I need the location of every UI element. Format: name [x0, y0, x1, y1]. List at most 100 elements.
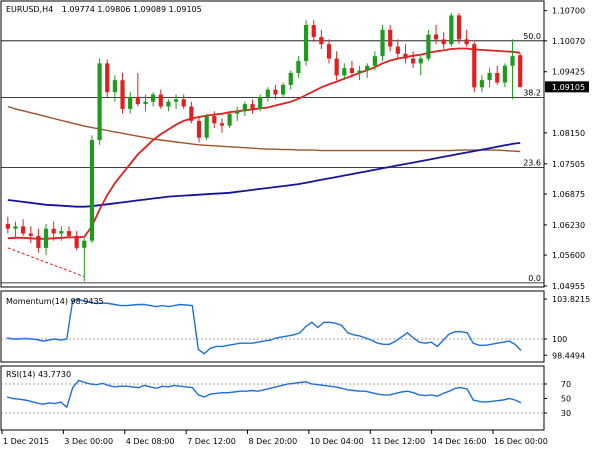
price-tick-label: 1.05600 [552, 251, 585, 260]
candle-body [89, 140, 95, 241]
candle-body [403, 53, 408, 59]
price-tick-label: 1.07505 [552, 160, 585, 169]
rsi-panel-title: RSI(14) 43.7730 [6, 370, 71, 379]
ohlc-label: 1.09774 1.09806 1.09089 1.09105 [62, 5, 202, 14]
candle-body [472, 44, 477, 88]
candle-body [342, 68, 347, 76]
current-price-tag: 1.09105 [545, 81, 589, 93]
candle-body [273, 89, 278, 95]
symbol-label: EURUSD,H4 [6, 5, 53, 14]
price-tick-label: 1.06230 [552, 221, 585, 230]
indicator-tick-label: 98.4494 [552, 351, 585, 360]
candle-body [426, 34, 431, 59]
candle-body [82, 240, 87, 248]
price-tick-label: 1.10070 [552, 37, 585, 46]
price-axis: 1.10700 1.10070 1.09425 1.08150 1.07505 1.068… [544, 7, 585, 291]
candle-body [311, 25, 316, 37]
candle-body [36, 235, 41, 248]
candle-body [303, 25, 309, 61]
candle-body [196, 120, 202, 138]
price-tick-label: 1.09425 [552, 68, 585, 77]
candle-body [395, 46, 400, 54]
candle-body [97, 63, 102, 141]
candle-body [181, 99, 186, 107]
chart-canvas: 50.0 38.2 23.6 0.0 1.10700 1.10070 1.09425 1.0… [0, 0, 590, 446]
time-axis: 1 Dec 2015 3 Dec 00:00 4 Dec 08:00 7 Dec 12… [1, 430, 548, 446]
candle-body [120, 80, 125, 109]
candle-body [151, 94, 156, 102]
fib-level-label: 50.0 [523, 32, 541, 41]
price-tick-label: 1.06875 [552, 190, 585, 199]
price-tick-label: 1.04955 [552, 282, 585, 291]
candle-body [502, 65, 507, 83]
price-tick-label: 1.10700 [552, 7, 585, 16]
indicator-tick-label: 103.8215 [552, 295, 590, 304]
candle-body [227, 113, 232, 126]
time-tick-label: 11 Dec 12:00 [371, 437, 425, 446]
fib-level-label: 38.2 [523, 88, 541, 97]
candle-body [250, 104, 255, 109]
candle-body [281, 84, 286, 95]
candle-body [365, 65, 370, 71]
candle-body [372, 56, 377, 66]
candle-body [235, 111, 240, 114]
candle-body [74, 235, 79, 248]
candle-body [242, 104, 247, 112]
indicator-tick-label: 70 [561, 380, 571, 389]
candle-body [388, 29, 393, 47]
candle-body [28, 233, 33, 236]
candle-body [143, 101, 148, 105]
fib-level-label: 23.6 [523, 158, 541, 167]
candle-body [296, 60, 301, 73]
candle-body [288, 72, 293, 85]
candle-body [518, 55, 523, 87]
candle-body [66, 231, 72, 236]
candle-body [326, 44, 332, 59]
candle-body [105, 63, 110, 93]
candle-body [204, 116, 209, 138]
candle-body [449, 15, 454, 45]
candle-body [380, 29, 385, 57]
time-tick-label: 7 Dec 12:00 [187, 437, 236, 446]
candle-body [456, 15, 462, 40]
candle-body [334, 58, 339, 76]
time-tick-label: 4 Dec 08:00 [126, 437, 175, 446]
candle-body [357, 70, 362, 73]
candle-body [173, 99, 179, 102]
time-tick-label: 16 Dec 00:00 [494, 437, 548, 446]
candle-body [13, 226, 18, 229]
candle-body [43, 228, 49, 248]
time-tick-label: 10 Dec 04:00 [310, 437, 364, 446]
indicator-tick-label: 100 [552, 335, 567, 344]
candle-body [319, 36, 324, 45]
candle-body [112, 80, 117, 93]
price-panel-title: EURUSD,H4 1.09774 1.09806 1.09089 1.0910… [6, 5, 202, 14]
fib-level-label: 0.0 [528, 274, 541, 283]
candle-body [464, 39, 469, 45]
candle-body [510, 56, 515, 66]
momentum-panel-title: Momentum(14) 98.9435 [6, 297, 104, 306]
price-tick-label: 1.08150 [552, 129, 585, 138]
indicator-tick-label: 50 [561, 395, 571, 404]
candle-body [219, 123, 225, 126]
candle-body [135, 96, 140, 105]
candle-body [495, 72, 500, 83]
candle-body [21, 226, 26, 234]
rsi-panel-frame [0, 365, 545, 431]
candle-body [441, 39, 446, 45]
candle-body [265, 89, 270, 97]
candle-body [258, 96, 263, 109]
candle-body [128, 96, 133, 109]
candle-body [189, 106, 194, 121]
candle-body [212, 116, 217, 124]
time-tick-label: 3 Dec 00:00 [64, 437, 113, 446]
candle-body [418, 58, 423, 64]
candle-body [479, 80, 485, 88]
candle-body [349, 68, 355, 73]
candle-body [433, 34, 439, 40]
candle-body [51, 228, 56, 234]
time-tick-label: 1 Dec 2015 [3, 437, 49, 446]
candle-body [411, 58, 416, 64]
time-tick-label: 14 Dec 16:00 [433, 437, 487, 446]
current-price-tag-label: 1.09105 [552, 83, 585, 92]
